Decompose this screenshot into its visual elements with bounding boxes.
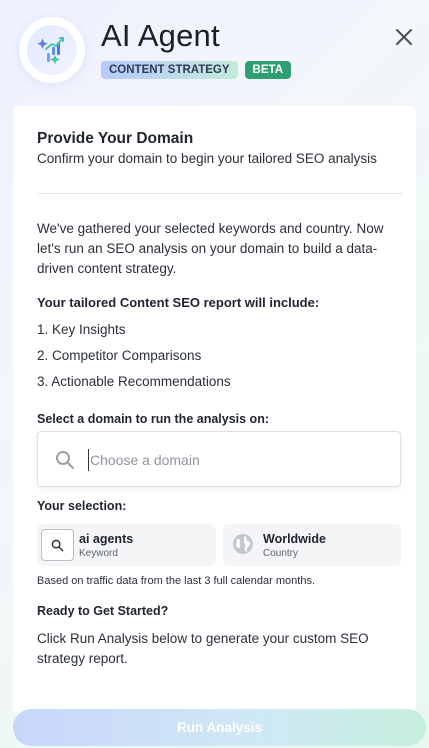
section-title: Provide Your Domain — [37, 130, 194, 147]
intro-text: We've gathered your selected keywords an… — [37, 221, 384, 276]
country-chip: Worldwide Country — [223, 524, 401, 566]
country-value: Worldwide — [263, 532, 326, 546]
ready-title: Ready to Get Started? — [37, 604, 169, 618]
search-icon — [56, 451, 74, 469]
section-subtitle: Confirm your domain to begin your tailor… — [37, 151, 377, 166]
header: AI Agent CONTENT STRATEGY BETA — [0, 0, 429, 106]
divider — [37, 193, 402, 194]
content-strategy-badge: CONTENT STRATEGY — [101, 61, 238, 79]
ai-sparkle-chart-icon — [37, 37, 64, 64]
agent-logo — [19, 17, 85, 83]
keyword-type: Keyword — [79, 548, 118, 559]
report-title: Your tailored Content SEO report will in… — [37, 295, 320, 310]
keyword-chip: ai agents Keyword — [37, 524, 216, 566]
page-title: AI Agent — [101, 18, 220, 53]
keyword-value: ai agents — [79, 532, 134, 546]
run-analysis-button[interactable]: Run Analysis — [13, 709, 426, 746]
badge-group: CONTENT STRATEGY BETA — [101, 61, 291, 79]
domain-input[interactable] — [88, 449, 378, 471]
globe-icon — [233, 534, 253, 554]
report-item-insights: 1. Key Insights — [37, 322, 126, 337]
report-item-competitors: 2. Competitor Comparisons — [37, 348, 202, 363]
search-icon — [51, 539, 64, 551]
close-icon — [396, 29, 412, 45]
beta-badge: BETA — [244, 61, 291, 79]
domain-selector[interactable] — [37, 431, 401, 487]
selection-label: Your selection: — [37, 499, 127, 513]
ready-text: Click Run Analysis below to generate you… — [37, 631, 369, 666]
report-item-recommendations: 3. Actionable Recommendations — [37, 374, 231, 389]
select-domain-label: Select a domain to run the analysis on: — [37, 412, 269, 426]
domain-card: Provide Your Domain Confirm your domain … — [13, 106, 416, 712]
traffic-note: Based on traffic data from the last 3 fu… — [37, 575, 316, 587]
close-button[interactable] — [394, 27, 414, 47]
country-type: Country — [263, 548, 299, 559]
keyword-search-button — [41, 529, 74, 561]
